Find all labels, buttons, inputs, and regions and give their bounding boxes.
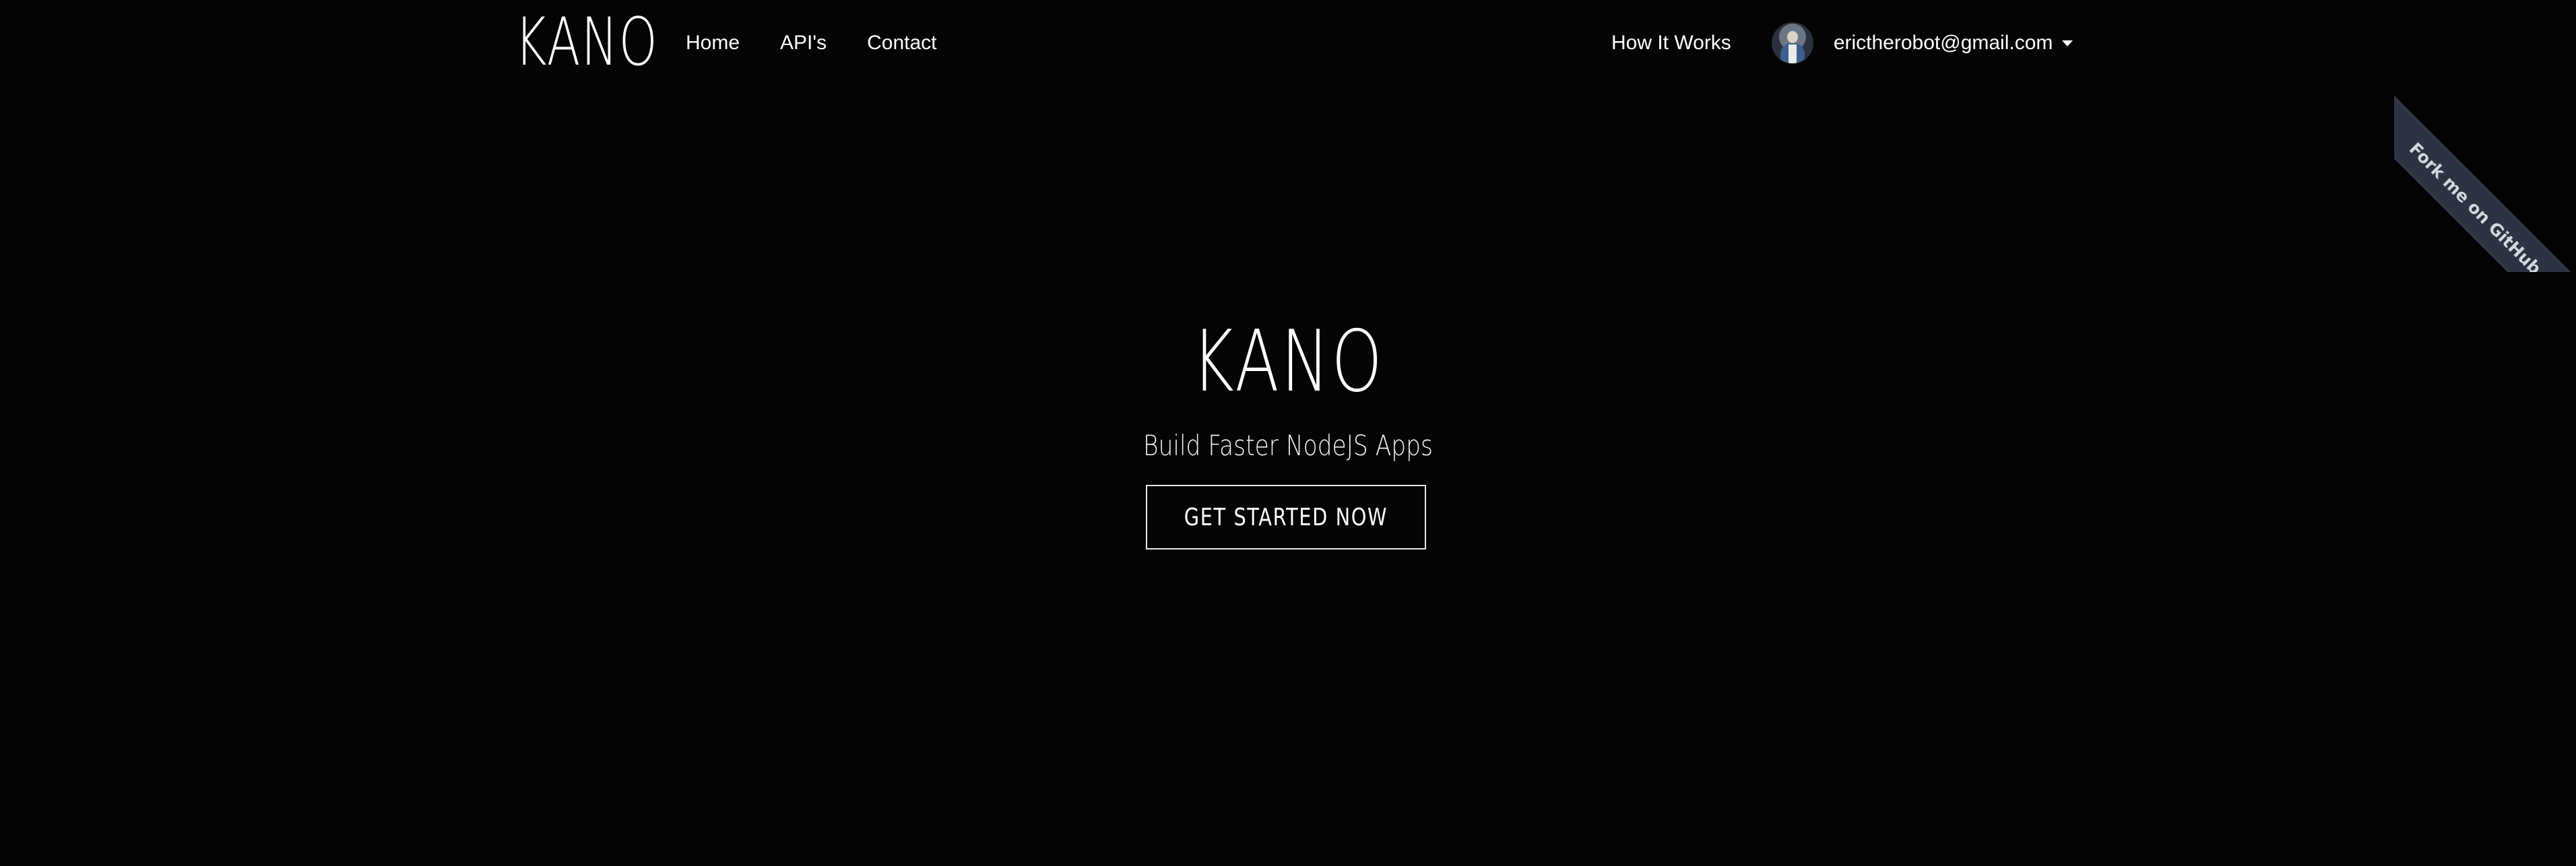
nav-link-apis[interactable]: API's bbox=[780, 28, 827, 58]
secondary-nav: How It Works erictherobot@gmail.com bbox=[1611, 20, 2073, 66]
get-started-button-label: GET STARTED NOW bbox=[1184, 503, 1388, 531]
user-menu-dropdown[interactable]: erictherobot@gmail.com bbox=[1771, 22, 2073, 64]
top-navbar: KANO Home API's Contact How It Works eri… bbox=[0, 0, 2576, 86]
avatar[interactable] bbox=[1771, 22, 1813, 64]
caret-down-icon[interactable] bbox=[2062, 40, 2073, 46]
primary-nav: Home API's Contact bbox=[686, 28, 977, 58]
brand-logo[interactable]: KANO bbox=[515, 5, 658, 79]
hero-subtitle: Build Faster NodeJS Apps bbox=[1143, 429, 1433, 462]
hero-title: KANO bbox=[1192, 312, 1384, 411]
nav-link-contact[interactable]: Contact bbox=[867, 28, 936, 58]
nav-link-home[interactable]: Home bbox=[686, 28, 740, 58]
hero-section: KANO Build Faster NodeJS Apps GET STARTE… bbox=[0, 0, 2576, 866]
github-ribbon-container: Fork me on GitHub bbox=[2394, 90, 2576, 272]
get-started-button[interactable]: GET STARTED NOW bbox=[1146, 485, 1426, 549]
fork-me-github-ribbon[interactable]: Fork me on GitHub bbox=[2394, 90, 2576, 272]
user-email[interactable]: erictherobot@gmail.com bbox=[1834, 28, 2053, 58]
nav-link-how-it-works[interactable]: How It Works bbox=[1611, 28, 1731, 58]
page: KANO Home API's Contact How It Works eri… bbox=[0, 0, 2576, 866]
